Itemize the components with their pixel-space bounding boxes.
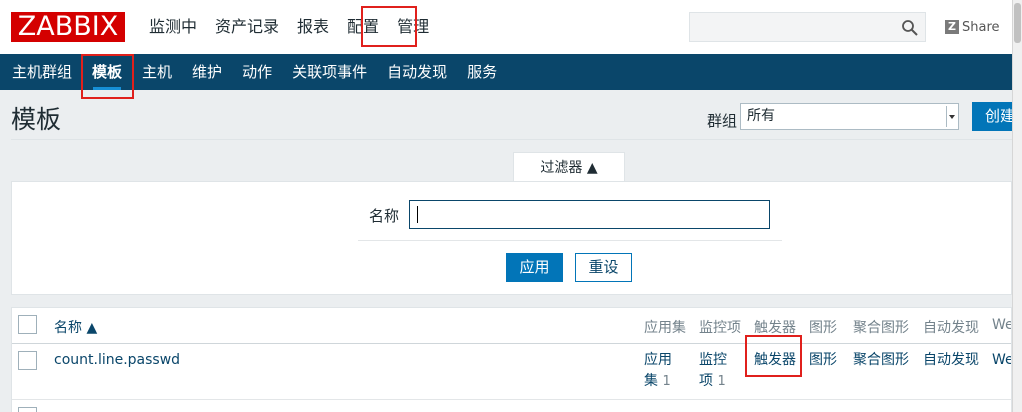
- group-select-value: 所有: [747, 108, 775, 124]
- template-name-link[interactable]: count.line.passwd: [54, 350, 180, 371]
- column-header-web: We: [992, 317, 1012, 333]
- sub-menu-templates[interactable]: 模板: [82, 54, 132, 90]
- group-select[interactable]: 所有: [740, 103, 959, 130]
- name-filter-label: 名称: [369, 207, 400, 225]
- main-menu-monitoring[interactable]: 监测中: [140, 0, 206, 54]
- divider: [11, 139, 1012, 140]
- sub-menu-discovery[interactable]: 自动发现: [377, 54, 457, 90]
- triggers-link[interactable]: 触发器: [754, 350, 796, 371]
- filter-panel: 名称 应用 重设: [11, 181, 1012, 295]
- main-menu-administration[interactable]: 管理: [388, 0, 438, 54]
- search-input[interactable]: [689, 12, 926, 42]
- column-header-discovery: 自动发现: [923, 320, 979, 336]
- filter-divider: [358, 240, 782, 241]
- sub-menu: 主机群组 模板 主机 维护 动作 关联项事件 自动发现 服务: [0, 54, 1012, 90]
- items-count: 1: [717, 374, 726, 389]
- select-all-checkbox[interactable]: [18, 315, 37, 334]
- sub-menu-event-correlation[interactable]: 关联项事件: [282, 54, 377, 90]
- share-link[interactable]: Z Share: [945, 17, 1000, 37]
- filter-tab[interactable]: 过滤器 ▲: [513, 152, 625, 182]
- screens-link[interactable]: 聚合图形: [853, 350, 909, 371]
- applications-link-text: 应用: [644, 352, 672, 368]
- column-header-name[interactable]: 名称 ▲: [54, 317, 97, 337]
- share-z-icon: Z: [945, 20, 959, 34]
- vertical-scrollbar[interactable]: [1012, 0, 1022, 412]
- applications-link[interactable]: 应用 集 1: [644, 350, 672, 392]
- reset-button[interactable]: 重设: [575, 253, 632, 282]
- sub-menu-actions[interactable]: 动作: [232, 54, 282, 90]
- discovery-link[interactable]: 自动发现: [923, 350, 979, 371]
- dropdown-arrow-icon[interactable]: [946, 106, 956, 127]
- scrollbar-thumb[interactable]: [1014, 3, 1021, 43]
- items-link[interactable]: 监控 项 1: [699, 350, 727, 392]
- sub-menu-services[interactable]: 服务: [457, 54, 507, 90]
- search-icon[interactable]: [901, 19, 919, 37]
- sub-menu-host-groups[interactable]: 主机群组: [2, 54, 82, 90]
- templates-table: 名称 ▲ 应用集 监控项 触发器 图形 聚合图形 自动发现 We count.l…: [11, 307, 1012, 412]
- zabbix-logo[interactable]: ZABBIX: [11, 12, 125, 42]
- text-caret: [417, 206, 418, 223]
- column-header-applications: 应用集: [644, 320, 686, 336]
- row-divider: [12, 399, 1011, 400]
- sub-menu-hosts[interactable]: 主机: [132, 54, 182, 90]
- items-link-text: 监控: [699, 352, 727, 368]
- applications-link-text-2: 集 1: [644, 371, 672, 392]
- page-title: 模板: [11, 105, 62, 134]
- main-menu-reports[interactable]: 报表: [288, 0, 338, 54]
- items-link-text-2: 项 1: [699, 371, 727, 392]
- column-header-triggers: 触发器: [754, 320, 796, 336]
- column-header-screens: 聚合图形: [853, 320, 909, 336]
- name-filter-input[interactable]: [409, 200, 770, 229]
- share-label: Share: [962, 19, 1000, 35]
- row-checkbox[interactable]: [18, 351, 37, 370]
- graphs-link[interactable]: 图形: [809, 350, 837, 371]
- top-bar: ZABBIX 监测中 资产记录 报表 配置 管理 Z Share: [0, 0, 1012, 54]
- row-checkbox[interactable]: [18, 407, 37, 412]
- web-link[interactable]: We: [992, 350, 1011, 371]
- items-link-text-cont: 项: [699, 373, 713, 389]
- main-menu: 监测中 资产记录 报表 配置 管理: [140, 0, 438, 54]
- table-header-divider: [12, 343, 1011, 344]
- applications-link-text-cont: 集: [644, 373, 658, 389]
- applications-count: 1: [662, 374, 671, 389]
- sub-menu-maintenance[interactable]: 维护: [182, 54, 232, 90]
- column-header-graphs: 图形: [809, 320, 837, 336]
- main-menu-inventory[interactable]: 资产记录: [206, 0, 288, 54]
- column-header-items: 监控项: [699, 320, 741, 336]
- group-filter-label: 群组: [707, 112, 738, 130]
- apply-button[interactable]: 应用: [506, 253, 563, 282]
- main-menu-configuration[interactable]: 配置: [338, 0, 388, 54]
